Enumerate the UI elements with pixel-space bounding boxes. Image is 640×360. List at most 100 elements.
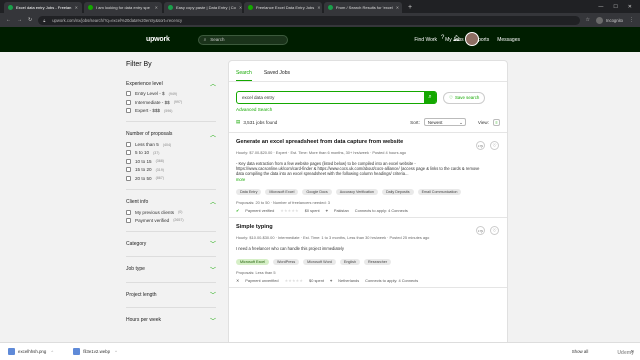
image-file-icon [73,348,81,355]
show-all-downloads[interactable]: Show all [572,349,589,354]
skill-tag[interactable]: Google Docs [302,188,332,196]
star-icon[interactable]: ☆ [586,17,590,23]
checkbox[interactable] [126,209,131,215]
chevron-up-icon[interactable]: ^ [115,349,117,354]
dislike-icon[interactable]: 👎︎ [476,226,485,236]
filter-option[interactable]: Expert - $$$ (596) [126,108,216,114]
filter-option[interactable]: 10 to 15 (368) [126,158,216,164]
location-icon: ⌖ [329,277,333,283]
job-card[interactable]: Simple typing 👎︎ ♡ Hourly: $10.00-$30.00… [229,218,507,288]
heart-icon[interactable]: ♡ [490,140,499,150]
save-search-button[interactable]: ♡ Save search [443,91,486,104]
new-tab-icon[interactable]: + [404,2,416,13]
skill-tag[interactable]: Microsoft Word [303,258,336,265]
filter-hours-header[interactable]: Hours per week ﹀ [126,316,216,325]
browser-tab[interactable]: I am looking for data entry spe ✕ [84,2,162,13]
browser-tab[interactable]: Excel data entry Jobs - Freelan ✕ [4,2,82,13]
notifications-icon[interactable]: 🔔︎ [452,35,460,42]
forward-icon[interactable]: → [17,17,22,23]
filter-client-info-header[interactable]: Client info ︿ [126,197,216,207]
job-search-input[interactable]: excel data entry ⌕ [236,91,437,105]
checkbox[interactable] [126,99,131,105]
filter-option[interactable]: Less than 5 (404) [126,142,216,148]
avatar[interactable] [465,32,479,46]
advanced-search-link[interactable]: Advanced Search [236,107,500,112]
header-search-input[interactable]: ⌕ Search [197,34,288,45]
rss-icon[interactable]: ▤ [236,119,240,125]
close-tab-icon[interactable]: ✕ [239,5,242,10]
checkbox[interactable] [126,91,131,97]
list-view-icon[interactable]: ≡ [493,118,500,126]
job-footer: ✔︎ Payment verified ★★★★★ $0 spent ⌖ Pak… [236,208,500,213]
filter-project-length-header[interactable]: Project length ﹀ [126,290,216,300]
skill-tag[interactable]: Accuracy Verification [335,188,378,196]
minimize-icon[interactable]: — [598,2,603,13]
close-tab-icon[interactable]: ✕ [396,5,399,10]
checkbox[interactable] [126,167,131,173]
close-tab-icon[interactable]: ✕ [155,5,158,10]
filter-option[interactable]: Payment verified (2657) [126,217,216,223]
tab-search[interactable]: Search [236,70,252,81]
skill-tag[interactable]: WordPress [273,258,300,265]
checkbox[interactable] [126,150,131,156]
filter-option[interactable]: Entry Level - $ (949) [126,91,216,97]
dislike-icon[interactable]: 👎︎ [476,140,485,150]
filter-option[interactable]: 15 to 20 (319) [126,167,216,173]
filter-proposals-header[interactable]: Number of proposals ︿ [126,130,216,139]
checkbox[interactable] [126,108,131,114]
filter-category-header[interactable]: Category ﹀ [126,239,216,249]
upwork-logo[interactable]: upwork [146,36,170,43]
skill-tag[interactable]: Data Entry [236,188,262,196]
filter-option[interactable]: My previous clients (0) [126,209,216,215]
filter-count: (949) [168,91,178,96]
chevron-up-icon[interactable]: ^ [51,349,53,354]
favicon-icon [168,5,173,10]
close-window-icon[interactable]: ✕ [628,2,632,13]
checkbox[interactable] [126,158,131,164]
checkbox[interactable] [126,175,131,181]
back-icon[interactable]: ← [6,17,11,23]
help-icon[interactable]: ? [441,35,444,42]
close-tab-icon[interactable]: ✕ [317,5,320,10]
filter-job-type-header[interactable]: Job type ﹀ [126,265,216,274]
filter-title: Filter By [126,61,152,68]
skill-tag[interactable]: Email Communication [417,188,462,196]
incognito-icon [596,16,603,24]
filter-option[interactable]: Intermediate - $$ (997) [126,99,216,105]
skill-tag[interactable]: Microsoft Excel [236,258,269,265]
filter-section-label: Category [126,240,147,247]
browser-tab[interactable]: Easy copy paste | Data Entry | Co ✕ [164,2,242,13]
download-item[interactable]: excelhhsh.png ^ [8,348,53,355]
skill-tag[interactable]: English [339,258,361,265]
close-tab-icon[interactable]: ✕ [75,5,78,10]
skill-tag[interactable]: Microsoft Excel [265,188,299,196]
checkbox[interactable] [126,217,131,223]
download-item[interactable]: fil3e1v2.webp ^ [73,348,117,355]
nav-find-work[interactable]: Find Work [414,37,437,43]
reload-icon[interactable]: ↻ [28,17,32,23]
browser-tab[interactable]: From / Search Results for 'excel ✕ [324,2,402,13]
job-card[interactable]: Generate an excel spreadsheet from data … [229,133,507,219]
job-title[interactable]: Generate an excel spreadsheet from data … [236,139,456,145]
filter-option[interactable]: 5 to 10 (37) [126,150,216,156]
more-link[interactable]: more [236,177,500,182]
skill-tag[interactable]: Daily Deposits [381,188,414,196]
menu-icon[interactable]: ⋮ [629,17,634,23]
job-title[interactable]: Simple typing [236,224,456,230]
sort-select[interactable]: Newest ⌄ [423,118,466,126]
checkbox[interactable] [126,142,131,148]
incognito-indicator[interactable]: Incognito [596,16,623,24]
browser-tab[interactable]: Freelance Excel Data Entry Jobs ✕ [244,2,322,13]
nav-messages[interactable]: Messages [497,37,520,43]
search-button[interactable]: ⌕ [424,91,436,105]
divider [126,307,216,308]
filter-option[interactable]: 20 to 50 (867) [126,175,216,181]
tab-saved-jobs[interactable]: Saved Jobs [264,70,290,81]
job-description: I need a freelancer who can handle this … [236,246,344,252]
filter-experience-header[interactable]: Experience level ︿ [126,79,216,89]
skill-tag[interactable]: Researcher [364,258,392,265]
maximize-icon[interactable]: ☐ [613,2,617,13]
heart-icon[interactable]: ♡ [490,226,499,236]
payment-status: Payment verified [245,208,275,214]
url-field[interactable]: 🔒︎ upwork.com/nx/jobs/search/?q=excel%20d… [38,15,580,25]
